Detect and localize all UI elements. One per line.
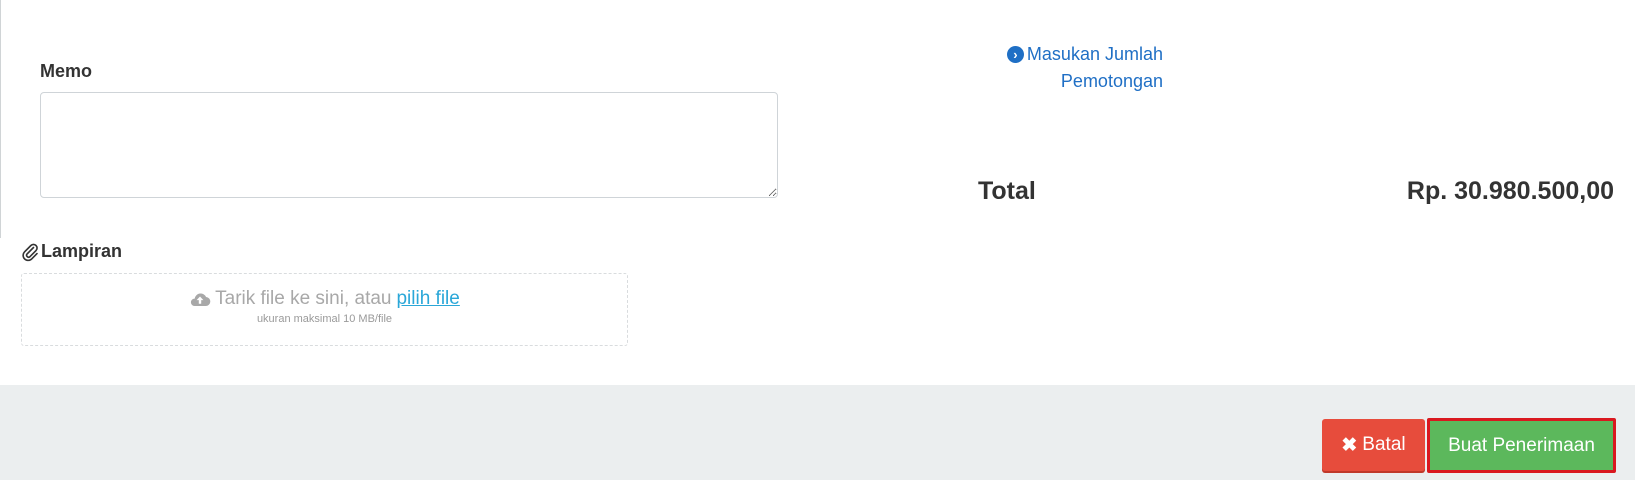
cancel-button[interactable]: ✖ Batal — [1322, 419, 1425, 471]
dropzone-size-hint: ukuran maksimal 10 MB/file — [256, 313, 393, 325]
cloud-upload-icon — [191, 293, 211, 307]
deduction-link-line2: Pemotongan — [1060, 71, 1163, 91]
total-value: Rp. 30.980.500,00 — [1406, 177, 1614, 205]
total-label: Total — [978, 177, 1036, 205]
paperclip-icon — [22, 243, 38, 261]
page: Memo › Masukan Jumlah Pemotongan Total Rp… — [0, 0, 1635, 480]
pick-file-link[interactable]: pilih file — [396, 288, 459, 310]
create-receipt-button[interactable]: Buat Penerimaan — [1427, 418, 1616, 473]
cancel-button-label: Batal — [1362, 434, 1406, 455]
memo-label: Memo — [40, 61, 93, 81]
memo-textarea[interactable] — [40, 92, 778, 198]
close-icon: ✖ — [1341, 434, 1358, 456]
deduction-link-line1: Masukan Jumlah — [1026, 44, 1163, 64]
dropzone-text: Tarik file ke sini, atau — [215, 288, 392, 309]
attachment-label-text: Lampiran — [41, 241, 123, 261]
enter-deduction-link[interactable]: › Masukan Jumlah Pemotongan — [990, 41, 1163, 95]
chevron-circle-right-icon: › — [1006, 46, 1024, 63]
dropzone-main: Tarik file ke sini, atau pilih file — [22, 288, 627, 310]
file-dropzone[interactable]: Tarik file ke sini, atau pilih file ukur… — [21, 273, 628, 346]
attachment-label: Lampiran — [20, 241, 122, 262]
left-divider — [0, 0, 1, 238]
